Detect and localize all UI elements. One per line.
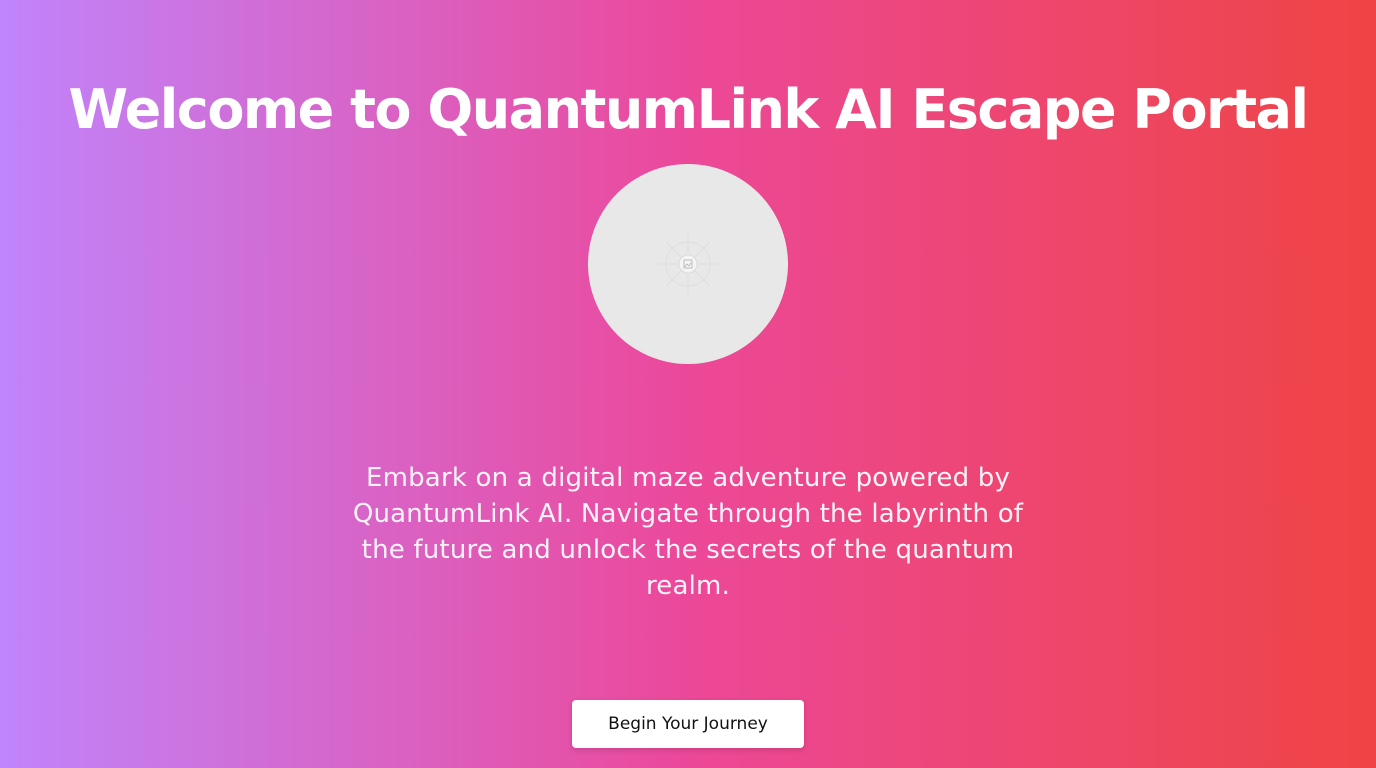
page-title: Welcome to QuantumLink AI Escape Portal bbox=[68, 78, 1309, 141]
intro-description: Embark on a digital maze adventure power… bbox=[352, 463, 1024, 601]
begin-journey-button[interactable]: Begin Your Journey bbox=[572, 700, 804, 748]
portal-image bbox=[588, 164, 788, 364]
portal-image-placeholder bbox=[658, 234, 718, 294]
landing-page: Welcome to QuantumLink AI Escape Portal … bbox=[0, 0, 1376, 768]
